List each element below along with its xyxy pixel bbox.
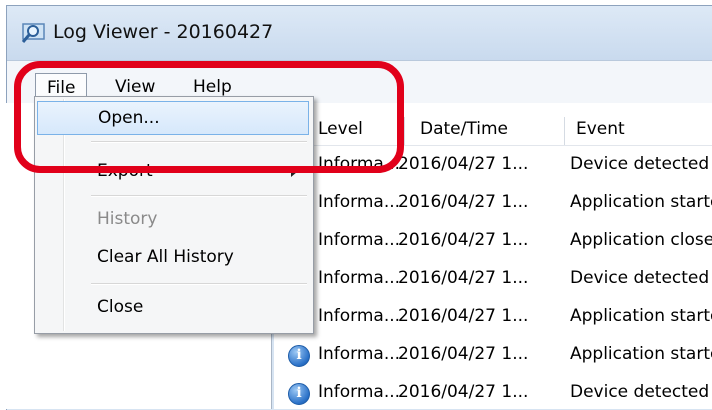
- row-datetime: 2016/04/27 1...: [398, 154, 529, 174]
- log-row[interactable]: Informa... 2016/04/27 1... Device detect…: [274, 374, 712, 409]
- title-bar: Log Viewer - 20160427: [7, 6, 712, 60]
- menu-clear-all-history-label: Clear All History: [97, 247, 234, 267]
- column-event[interactable]: Event: [576, 119, 625, 139]
- menu-export-label: Export: [97, 161, 153, 181]
- column-divider[interactable]: [564, 117, 565, 145]
- row-datetime: 2016/04/27 1...: [398, 382, 529, 402]
- submenu-arrow-icon: [291, 167, 297, 177]
- menu-close[interactable]: Close: [37, 291, 309, 325]
- file-dropdown-menu: Open... Export History Clear All History…: [34, 96, 314, 334]
- menu-open[interactable]: Open...: [37, 101, 309, 135]
- log-row[interactable]: Informa... 2016/04/27 1... Application s…: [274, 184, 712, 222]
- window-title: Log Viewer - 20160427: [53, 21, 274, 43]
- log-grid[interactable]: Level Date/Time Event Informa... 2016/04…: [274, 103, 712, 409]
- row-event: Application started: [570, 344, 712, 364]
- row-event: Device detected: [570, 268, 710, 288]
- info-icon: [288, 383, 310, 405]
- column-level[interactable]: Level: [318, 119, 363, 139]
- row-event: Device detected: [570, 382, 710, 402]
- row-event: Application started: [570, 192, 712, 212]
- row-event: Application started: [570, 306, 712, 326]
- row-event: Application closed: [570, 230, 712, 250]
- log-row[interactable]: Informa... 2016/04/27 1... Application c…: [274, 222, 712, 260]
- menu-separator: [91, 283, 307, 284]
- row-datetime: 2016/04/27 1...: [398, 306, 529, 326]
- row-datetime: 2016/04/27 1...: [398, 230, 529, 250]
- info-icon: [288, 345, 310, 367]
- row-datetime: 2016/04/27 1...: [398, 192, 529, 212]
- menu-open-label: Open...: [98, 108, 160, 128]
- menu-history: History: [37, 203, 309, 237]
- log-row[interactable]: Informa... 2016/04/27 1... Device detect…: [274, 260, 712, 298]
- menu-history-label: History: [97, 209, 158, 229]
- menu-separator: [91, 195, 307, 196]
- grid-header: Level Date/Time Event: [274, 115, 712, 146]
- menu-clear-all-history[interactable]: Clear All History: [37, 241, 309, 275]
- row-event: Device detected: [570, 154, 710, 174]
- menu-export[interactable]: Export: [37, 155, 309, 189]
- menu-close-label: Close: [97, 297, 144, 317]
- menu-separator: [91, 141, 307, 142]
- column-datetime[interactable]: Date/Time: [420, 119, 508, 139]
- row-datetime: 2016/04/27 1...: [398, 344, 529, 364]
- log-row[interactable]: Informa... 2016/04/27 1... Application s…: [274, 298, 712, 336]
- log-row[interactable]: Informa... 2016/04/27 1... Device detect…: [274, 146, 712, 184]
- row-datetime: 2016/04/27 1...: [398, 268, 529, 288]
- log-row[interactable]: Informa... 2016/04/27 1... Application s…: [274, 336, 712, 374]
- column-divider[interactable]: [404, 117, 405, 145]
- magnifier-log-icon: [21, 23, 45, 43]
